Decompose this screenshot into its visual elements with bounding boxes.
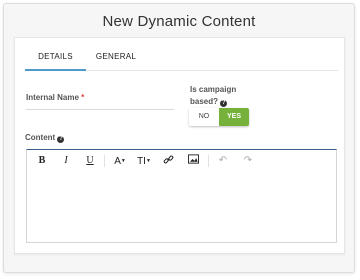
editor-toolbar: B I U A▼ TI▼ ↶ ↷ bbox=[27, 150, 336, 172]
image-icon[interactable] bbox=[187, 154, 199, 168]
bold-button[interactable]: B bbox=[37, 154, 47, 168]
campaign-based-label-line1: Is campaign bbox=[190, 85, 237, 94]
required-mark: * bbox=[81, 93, 85, 102]
caret-down-icon: ▼ bbox=[120, 158, 126, 164]
image-icon-svg bbox=[187, 154, 199, 164]
toggle-no-option[interactable]: NO bbox=[189, 108, 219, 126]
font-color-button[interactable]: A▼ bbox=[111, 154, 129, 168]
underline-button[interactable]: U bbox=[85, 154, 95, 168]
campaign-based-toggle[interactable]: NO YES bbox=[189, 108, 249, 126]
italic-button[interactable]: I bbox=[61, 154, 71, 168]
tab-bar: DETAILS GENERAL bbox=[25, 38, 338, 71]
tab-details[interactable]: DETAILS bbox=[25, 38, 86, 71]
campaign-based-label: Is campaign based? ? bbox=[190, 84, 236, 108]
toggle-yes-option[interactable]: YES bbox=[219, 108, 249, 126]
redo-icon[interactable]: ↷ bbox=[242, 154, 254, 168]
internal-name-label-text: Internal Name bbox=[26, 93, 79, 102]
font-size-button[interactable]: TI▼ bbox=[135, 154, 153, 168]
content-editor[interactable]: B I U A▼ TI▼ ↶ ↷ bbox=[26, 149, 337, 243]
campaign-based-label-line2: based? bbox=[190, 97, 219, 106]
font-size-glyph: TI bbox=[137, 156, 146, 167]
undo-icon[interactable]: ↶ bbox=[217, 154, 229, 168]
font-color-glyph: A bbox=[114, 156, 121, 167]
link-icon[interactable] bbox=[162, 154, 174, 168]
content-label: Content ? bbox=[25, 133, 65, 143]
caret-down-icon: ▼ bbox=[145, 158, 151, 164]
modal-title: New Dynamic Content bbox=[102, 13, 256, 30]
toolbar-divider bbox=[208, 155, 209, 167]
internal-name-input[interactable] bbox=[26, 109, 174, 110]
form-card: DETAILS GENERAL Internal Name * Is campa… bbox=[14, 37, 345, 254]
modal-window: New Dynamic Content DETAILS GENERAL Inte… bbox=[3, 3, 355, 273]
internal-name-label: Internal Name * bbox=[26, 93, 84, 102]
tab-general[interactable]: GENERAL bbox=[87, 38, 145, 70]
content-label-text: Content bbox=[25, 133, 56, 142]
link-icon-svg bbox=[163, 155, 173, 164]
question-circle-icon[interactable]: ? bbox=[220, 100, 228, 107]
question-circle-icon[interactable]: ? bbox=[57, 136, 65, 143]
toolbar-divider bbox=[104, 155, 105, 167]
